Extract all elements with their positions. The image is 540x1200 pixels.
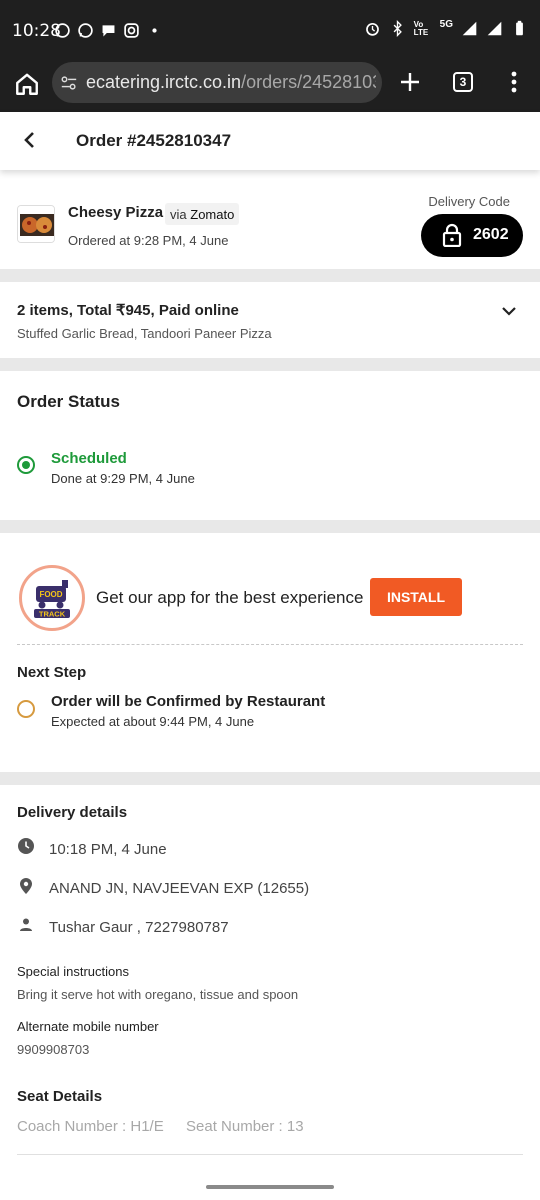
delivery-contact: Tushar Gaur , 7227980787 <box>49 919 229 936</box>
system-icons: Vo LTE 5G <box>364 19 528 37</box>
seat-details-title: Seat Details <box>17 1088 103 1105</box>
via-platform: Zomato <box>190 207 235 222</box>
lock-icon <box>442 223 462 247</box>
install-button[interactable]: INSTALL <box>370 578 462 616</box>
delivery-details-title: Delivery details <box>17 804 128 821</box>
signal-icon <box>487 21 502 36</box>
pizza-image <box>18 206 54 242</box>
back-arrow-icon[interactable] <box>18 128 42 152</box>
status-current-label: Scheduled <box>51 450 127 467</box>
items-summary[interactable]: 2 items, Total ₹945, Paid online <box>17 301 239 319</box>
logo-text-food: FOOD <box>39 590 62 599</box>
new-tab-icon[interactable] <box>398 70 422 94</box>
delivery-code: 2602 <box>473 226 509 243</box>
notification-icons <box>54 22 163 39</box>
site-settings-icon[interactable] <box>60 74 78 92</box>
browser-toolbar: ecatering.irctc.co.in/orders/24528103 3 <box>0 62 540 112</box>
signal-icon <box>462 21 477 36</box>
logo-text-track: TRACK <box>39 610 66 619</box>
train-logo-graphic: FOOD TRACK <box>24 570 80 626</box>
alternate-mobile-value: 9909908703 <box>17 1042 90 1057</box>
page-title: Order #2452810347 <box>76 131 232 150</box>
delivery-station: ANAND JN, NAVJEEVAN EXP (12655) <box>49 880 310 897</box>
via-badge: via Zomato <box>165 203 240 225</box>
section-divider <box>0 358 540 371</box>
page-header: Order #2452810347 <box>0 112 540 170</box>
restaurant-name: Cheesy Pizza <box>68 204 164 221</box>
delivery-time: 10:18 PM, 4 June <box>49 841 167 858</box>
bluetooth-icon <box>393 20 402 37</box>
volte-indicator: Vo LTE <box>413 19 429 37</box>
next-step-title: Next Step <box>17 664 87 681</box>
bottom-divider <box>17 1154 523 1155</box>
home-icon[interactable] <box>14 71 40 97</box>
gesture-nav-handle[interactable] <box>206 1185 334 1189</box>
chat-bubble-icon <box>102 25 115 37</box>
tab-switcher-button[interactable]: 3 <box>453 72 473 92</box>
instagram-icon <box>124 23 139 38</box>
ordered-at: Ordered at 9:28 PM, 4 June <box>68 233 229 248</box>
whatsapp-icon <box>55 23 70 38</box>
section-divider <box>0 772 540 785</box>
dashed-divider <box>17 644 523 645</box>
delivery-code-label: Delivery Code <box>428 194 510 209</box>
order-status-title: Order Status <box>17 392 120 411</box>
alarm-icon <box>365 22 379 36</box>
next-step-indicator <box>17 700 35 718</box>
whatsapp-icon <box>78 23 93 38</box>
url-bar[interactable]: ecatering.irctc.co.in/orders/24528103 <box>52 62 382 103</box>
next-step-time: Expected at about 9:44 PM, 4 June <box>51 714 255 729</box>
person-icon <box>20 918 32 931</box>
status-done-indicator <box>17 456 35 474</box>
coach-number: Coach Number : H1/E <box>17 1118 164 1135</box>
url-text[interactable]: ecatering.irctc.co.in/orders/24528103 <box>86 72 376 93</box>
special-instructions-value: Bring it serve hot with oregano, tissue … <box>17 987 299 1002</box>
seat-number: Seat Number : 13 <box>186 1118 304 1135</box>
chevron-down-icon[interactable] <box>500 302 518 320</box>
url-host: ecatering.irctc.co.in <box>86 72 242 92</box>
section-divider <box>0 269 540 282</box>
network-type: 5G <box>439 19 453 30</box>
dot-icon <box>152 28 157 33</box>
restaurant-thumbnail <box>17 205 55 243</box>
url-path: /orders/24528103 <box>241 72 376 92</box>
section-divider <box>0 520 540 533</box>
app-promo-text: Get our app for the best experience <box>96 588 364 607</box>
more-menu-icon[interactable] <box>508 70 520 94</box>
delivery-code-badge: 2602 <box>421 214 523 257</box>
status-bar: 10:28 Vo LTE 5G <box>0 0 540 62</box>
clock-icon <box>18 838 34 854</box>
items-list: Stuffed Garlic Bread, Tandoori Paneer Pi… <box>17 326 272 341</box>
battery-icon <box>516 20 523 36</box>
food-track-logo: FOOD TRACK <box>19 565 85 631</box>
location-pin-icon <box>20 878 32 894</box>
status-current-time: Done at 9:29 PM, 4 June <box>51 471 195 486</box>
alternate-mobile-label: Alternate mobile number <box>17 1019 159 1034</box>
next-step-label: Order will be Confirmed by Restaurant <box>51 693 326 710</box>
via-prefix: via <box>170 207 187 222</box>
special-instructions-label: Special instructions <box>17 964 129 979</box>
